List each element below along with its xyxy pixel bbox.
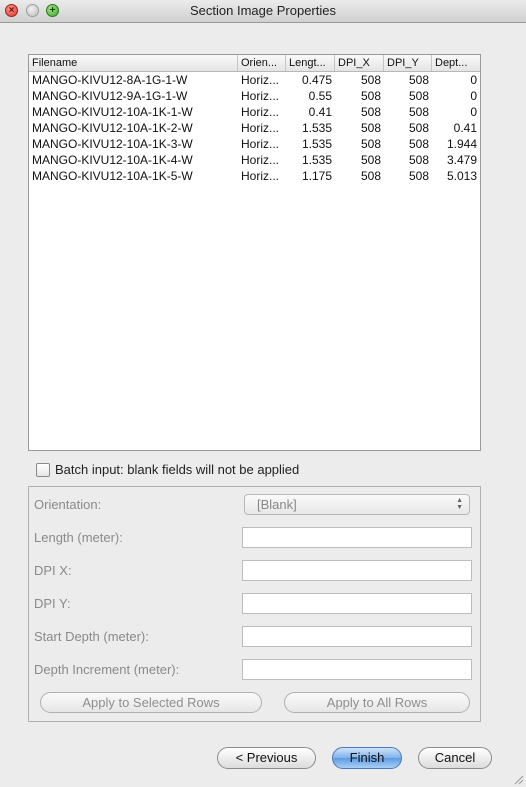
cell-dpi-x: 508 [360,73,381,87]
window-title: Section Image Properties [190,3,336,18]
length-label: Length (meter): [34,530,123,545]
cell-length: 0.475 [301,73,332,87]
column-header-length[interactable]: Lengt... [286,55,335,71]
depth-increment-label: Depth Increment (meter): [34,662,180,677]
column-header-filename[interactable]: Filename [29,55,238,71]
cell-orientation: Horiz... [241,105,280,119]
dpi-y-label: DPI Y: [34,596,71,611]
cell-dpi-y: 508 [408,137,429,151]
apply-to-all-rows-button[interactable]: Apply to All Rows [284,692,470,713]
cell-dpi-x: 508 [360,153,381,167]
table-header: Filename Orien... Lengt... DPI_X DPI_Y D… [29,55,480,72]
finish-button[interactable]: Finish [332,747,402,769]
cell-orientation: Horiz... [241,73,280,87]
cell-depth: 5.013 [446,169,477,183]
start-depth-label: Start Depth (meter): [34,629,149,644]
cell-dpi-y: 508 [408,169,429,183]
table-row[interactable]: MANGO-KIVU12-10A-1K-1-W Horiz... 0.41 508 50… [29,104,480,120]
title-bar: × + Section Image Properties [0,0,526,23]
table-row[interactable]: MANGO-KIVU12-8A-1G-1-W Horiz... 0.475 508 50… [29,72,480,88]
cell-orientation: Horiz... [241,137,280,151]
cell-orientation: Horiz... [241,121,280,135]
batch-input-checkbox[interactable] [36,463,50,477]
cell-filename: MANGO-KIVU12-10A-1K-2-W [32,121,193,135]
cell-filename: MANGO-KIVU12-9A-1G-1-W [32,89,188,103]
previous-button[interactable]: < Previous [217,747,316,769]
cell-dpi-y: 508 [408,73,429,87]
orientation-select-value: [Blank] [257,497,297,512]
cell-depth: 1.944 [446,137,477,151]
orientation-select[interactable]: [Blank] ▲ ▼ [244,494,470,515]
cell-dpi-x: 508 [360,137,381,151]
start-depth-field[interactable] [242,626,472,647]
cell-depth: 0.41 [453,121,477,135]
cell-length: 1.535 [301,137,332,151]
cell-dpi-x: 508 [360,121,381,135]
depth-increment-field[interactable] [242,659,472,680]
cell-length: 1.535 [301,153,332,167]
table-row[interactable]: MANGO-KIVU12-9A-1G-1-W Horiz... 0.55 508 508… [29,88,480,104]
length-field[interactable] [242,527,472,548]
apply-to-selected-rows-button[interactable]: Apply to Selected Rows [40,692,262,713]
cell-orientation: Horiz... [241,169,280,183]
section-images-table[interactable]: Filename Orien... Lengt... DPI_X DPI_Y D… [28,54,481,451]
cell-filename: MANGO-KIVU12-8A-1G-1-W [32,73,188,87]
cell-depth: 3.479 [446,153,477,167]
cell-filename: MANGO-KIVU12-10A-1K-3-W [32,137,193,151]
column-header-dpi-y[interactable]: DPI_Y [384,55,432,71]
table-row[interactable]: MANGO-KIVU12-10A-1K-4-W Horiz... 1.535 508 5… [29,152,480,168]
column-header-dpi-x[interactable]: DPI_X [335,55,384,71]
cell-dpi-y: 508 [408,153,429,167]
column-header-depth[interactable]: Dept... [432,55,480,71]
cell-dpi-y: 508 [408,89,429,103]
dpi-y-field[interactable] [242,593,472,614]
cell-filename: MANGO-KIVU12-10A-1K-5-W [32,169,193,183]
cell-depth: 0 [470,73,477,87]
cell-length: 1.175 [301,169,332,183]
cell-dpi-y: 508 [408,121,429,135]
resize-grip-icon[interactable] [514,775,524,785]
dpi-x-label: DPI X: [34,563,72,578]
orientation-label: Orientation: [34,497,102,512]
cell-filename: MANGO-KIVU12-10A-1K-4-W [32,153,193,167]
cancel-button[interactable]: Cancel [418,747,492,769]
batch-input-label: Batch input: blank fields will not be ap… [55,462,300,477]
cell-dpi-x: 508 [360,89,381,103]
updown-arrows-icon: ▲ ▼ [456,497,463,511]
table-row[interactable]: MANGO-KIVU12-10A-1K-2-W Horiz... 1.535 508 5… [29,120,480,136]
table-row[interactable]: MANGO-KIVU12-10A-1K-5-W Horiz... 1.175 508 5… [29,168,480,184]
cell-depth: 0 [470,89,477,103]
cell-orientation: Horiz... [241,89,280,103]
cell-dpi-x: 508 [360,169,381,183]
cell-dpi-x: 508 [360,105,381,119]
cell-length: 1.535 [301,121,332,135]
cell-length: 0.41 [308,105,332,119]
table-row[interactable]: MANGO-KIVU12-10A-1K-3-W Horiz... 1.535 508 5… [29,136,480,152]
cell-depth: 0 [470,105,477,119]
cell-length: 0.55 [308,89,332,103]
cell-dpi-y: 508 [408,105,429,119]
column-header-orientation[interactable]: Orien... [238,55,286,71]
dpi-x-field[interactable] [242,560,472,581]
cell-filename: MANGO-KIVU12-10A-1K-1-W [32,105,193,119]
cell-orientation: Horiz... [241,153,280,167]
